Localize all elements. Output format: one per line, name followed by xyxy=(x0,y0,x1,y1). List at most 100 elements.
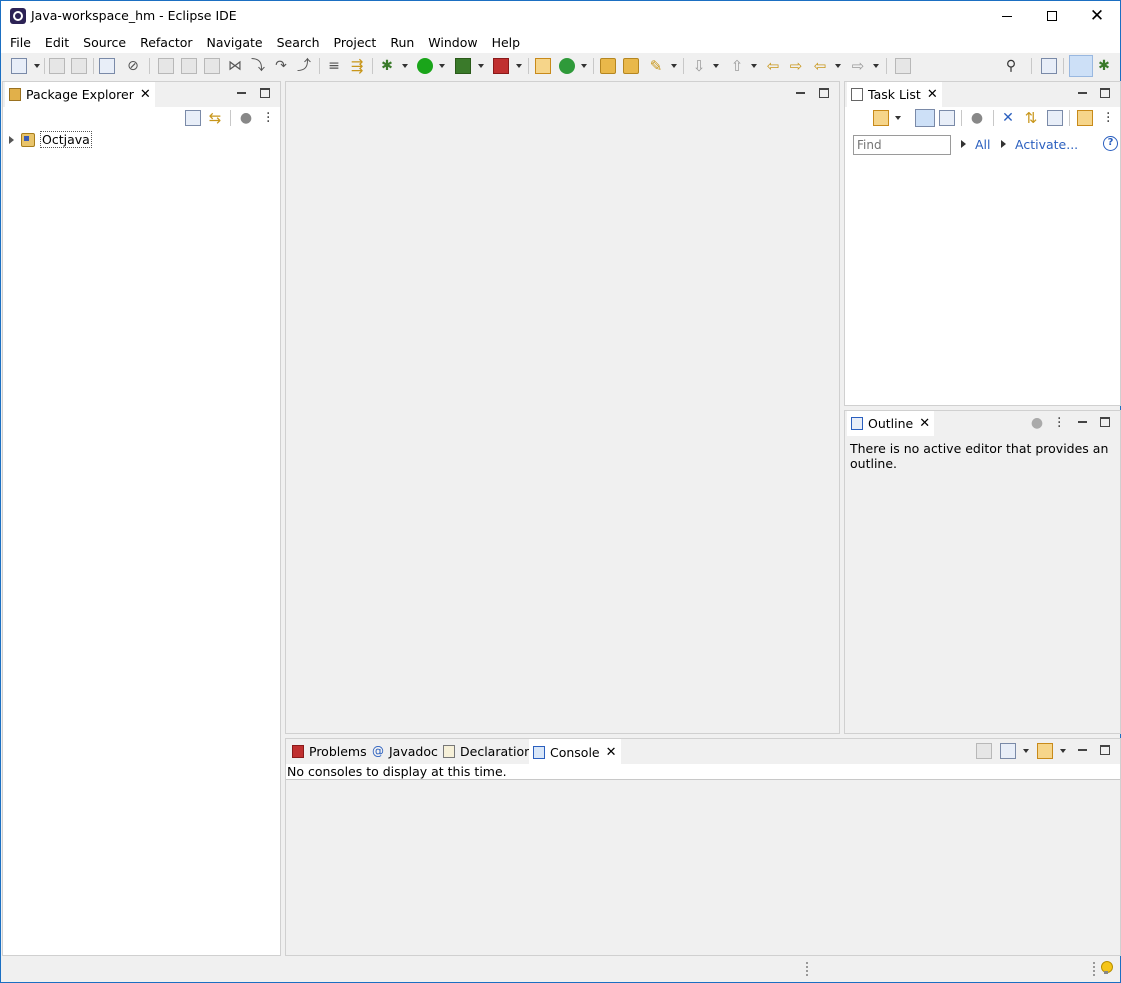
menu-run[interactable]: Run xyxy=(383,35,421,50)
new-dropdown-icon[interactable] xyxy=(34,64,40,68)
back-icon[interactable]: ⇦ xyxy=(812,58,828,74)
all-link[interactable]: All xyxy=(975,137,991,152)
filters-icon[interactable]: ● xyxy=(1029,415,1045,431)
link-with-editor-icon[interactable]: ⇆ xyxy=(207,110,223,126)
close-icon[interactable]: ✕ xyxy=(140,87,151,102)
resume-icon[interactable] xyxy=(158,58,174,74)
menu-navigate[interactable]: Navigate xyxy=(200,35,270,50)
previous-annotation-icon[interactable]: ⇧ xyxy=(729,58,745,74)
maximize-editor-icon[interactable] xyxy=(819,88,829,98)
external-tools-icon[interactable] xyxy=(493,58,509,74)
minimize-view-icon[interactable] xyxy=(1078,749,1087,751)
run-icon[interactable] xyxy=(417,58,433,74)
lightbulb-icon[interactable] xyxy=(1101,961,1113,975)
search-dropdown-icon[interactable] xyxy=(671,64,677,68)
menu-search[interactable]: Search xyxy=(270,35,327,50)
next-annotation-dropdown-icon[interactable] xyxy=(713,64,719,68)
forward-icon[interactable]: ⇨ xyxy=(850,58,866,74)
menu-edit[interactable]: Edit xyxy=(38,35,76,50)
last-edit-location-icon[interactable]: ⇦ xyxy=(765,58,781,74)
debug-icon[interactable]: ✱ xyxy=(379,58,395,74)
open-perspective-icon[interactable] xyxy=(1041,58,1057,74)
new-task-dropdown-icon[interactable] xyxy=(895,116,901,120)
tab-javadoc[interactable]: @ Javadoc xyxy=(368,739,442,764)
expand-icon[interactable] xyxy=(9,135,14,144)
collapse-all-icon[interactable] xyxy=(1047,110,1063,126)
new-java-class-icon[interactable] xyxy=(559,58,575,74)
terminate-icon[interactable] xyxy=(204,58,220,74)
categorized-icon[interactable] xyxy=(915,109,935,127)
step-return-icon[interactable]: ⤴ xyxy=(296,58,312,74)
maximize-button[interactable] xyxy=(1029,1,1075,31)
maximize-view-icon[interactable] xyxy=(1100,745,1110,755)
minimize-view-icon[interactable] xyxy=(237,92,246,94)
next-annotation-icon[interactable]: ⇩ xyxy=(691,58,707,74)
open-console-icon[interactable] xyxy=(99,58,115,74)
minimize-button[interactable] xyxy=(984,1,1030,31)
save-icon[interactable] xyxy=(49,58,65,74)
new-task-icon[interactable] xyxy=(873,110,889,126)
menu-help[interactable]: Help xyxy=(485,35,528,50)
find-input[interactable] xyxy=(853,135,951,155)
minimize-view-icon[interactable] xyxy=(1078,421,1087,423)
open-console-icon[interactable] xyxy=(1037,743,1053,759)
menu-refactor[interactable]: Refactor xyxy=(133,35,199,50)
collapse-all-icon[interactable] xyxy=(185,110,201,126)
tab-task-list[interactable]: Task List ✕ xyxy=(847,82,942,107)
menu-project[interactable]: Project xyxy=(327,35,384,50)
maximize-view-icon[interactable] xyxy=(1100,417,1110,427)
open-task-icon[interactable] xyxy=(623,58,639,74)
search-tool-icon[interactable]: ✎ xyxy=(648,58,664,74)
display-console-icon[interactable] xyxy=(1000,743,1016,759)
use-step-filters-icon[interactable]: ≡ xyxy=(326,58,342,74)
forward-edit-icon[interactable]: ⇨ xyxy=(788,58,804,74)
coverage-dropdown-icon[interactable] xyxy=(478,64,484,68)
new-icon[interactable] xyxy=(11,58,27,74)
open-type-icon[interactable] xyxy=(600,58,616,74)
step-into-icon[interactable]: ⤵ xyxy=(250,58,266,74)
close-icon[interactable]: ✕ xyxy=(606,745,617,760)
focus-workweek-icon[interactable]: ● xyxy=(969,110,985,126)
help-icon[interactable]: ? xyxy=(1103,136,1118,151)
disconnect-icon[interactable]: ⋈ xyxy=(227,58,243,74)
pin-editor-icon[interactable] xyxy=(895,58,911,74)
activate-expand-icon[interactable] xyxy=(1001,140,1006,148)
maximize-view-icon[interactable] xyxy=(1100,88,1110,98)
close-button[interactable]: ✕ xyxy=(1074,1,1120,31)
open-console-dropdown-icon[interactable] xyxy=(1060,749,1066,753)
run-dropdown-icon[interactable] xyxy=(439,64,445,68)
view-menu-icon[interactable]: · · · xyxy=(1106,107,1110,129)
skip-breakpoints-icon[interactable]: ⊘ xyxy=(125,58,141,74)
view-menu-icon[interactable]: · · · xyxy=(1057,412,1061,434)
menu-file[interactable]: File xyxy=(3,35,38,50)
tab-console[interactable]: Console ✕ xyxy=(529,739,621,765)
close-icon[interactable]: ✕ xyxy=(927,87,938,102)
menu-source[interactable]: Source xyxy=(76,35,133,50)
debug-perspective-icon[interactable]: ✱ xyxy=(1096,58,1112,74)
previous-annotation-dropdown-icon[interactable] xyxy=(751,64,757,68)
tab-outline[interactable]: Outline ✕ xyxy=(847,411,935,436)
menu-window[interactable]: Window xyxy=(421,35,484,50)
hide-completed-icon[interactable]: ✕ xyxy=(1000,110,1016,126)
search-icon[interactable]: ⚲ xyxy=(1003,58,1019,74)
synchronize-icon[interactable]: ⇅ xyxy=(1023,110,1039,126)
forward-dropdown-icon[interactable] xyxy=(873,64,879,68)
tab-package-explorer[interactable]: Package Explorer ✕ xyxy=(5,82,155,107)
activate-link[interactable]: Activate... xyxy=(1015,137,1078,152)
all-expand-icon[interactable] xyxy=(961,140,966,148)
scheduled-icon[interactable] xyxy=(939,110,955,126)
filters-icon[interactable]: ● xyxy=(238,110,254,126)
coverage-icon[interactable] xyxy=(455,58,471,74)
new-java-package-icon[interactable] xyxy=(535,58,551,74)
maximize-view-icon[interactable] xyxy=(260,88,270,98)
suspend-icon[interactable] xyxy=(181,58,197,74)
minimize-editor-icon[interactable] xyxy=(796,92,805,94)
minimize-view-icon[interactable] xyxy=(1078,92,1087,94)
tab-problems[interactable]: Problems xyxy=(288,739,371,764)
debug-dropdown-icon[interactable] xyxy=(402,64,408,68)
save-all-icon[interactable] xyxy=(71,58,87,74)
java-perspective-button[interactable] xyxy=(1069,55,1093,77)
external-tools-dropdown-icon[interactable] xyxy=(516,64,522,68)
close-icon[interactable]: ✕ xyxy=(919,416,930,431)
tab-declaration[interactable]: Declaration xyxy=(439,739,536,764)
